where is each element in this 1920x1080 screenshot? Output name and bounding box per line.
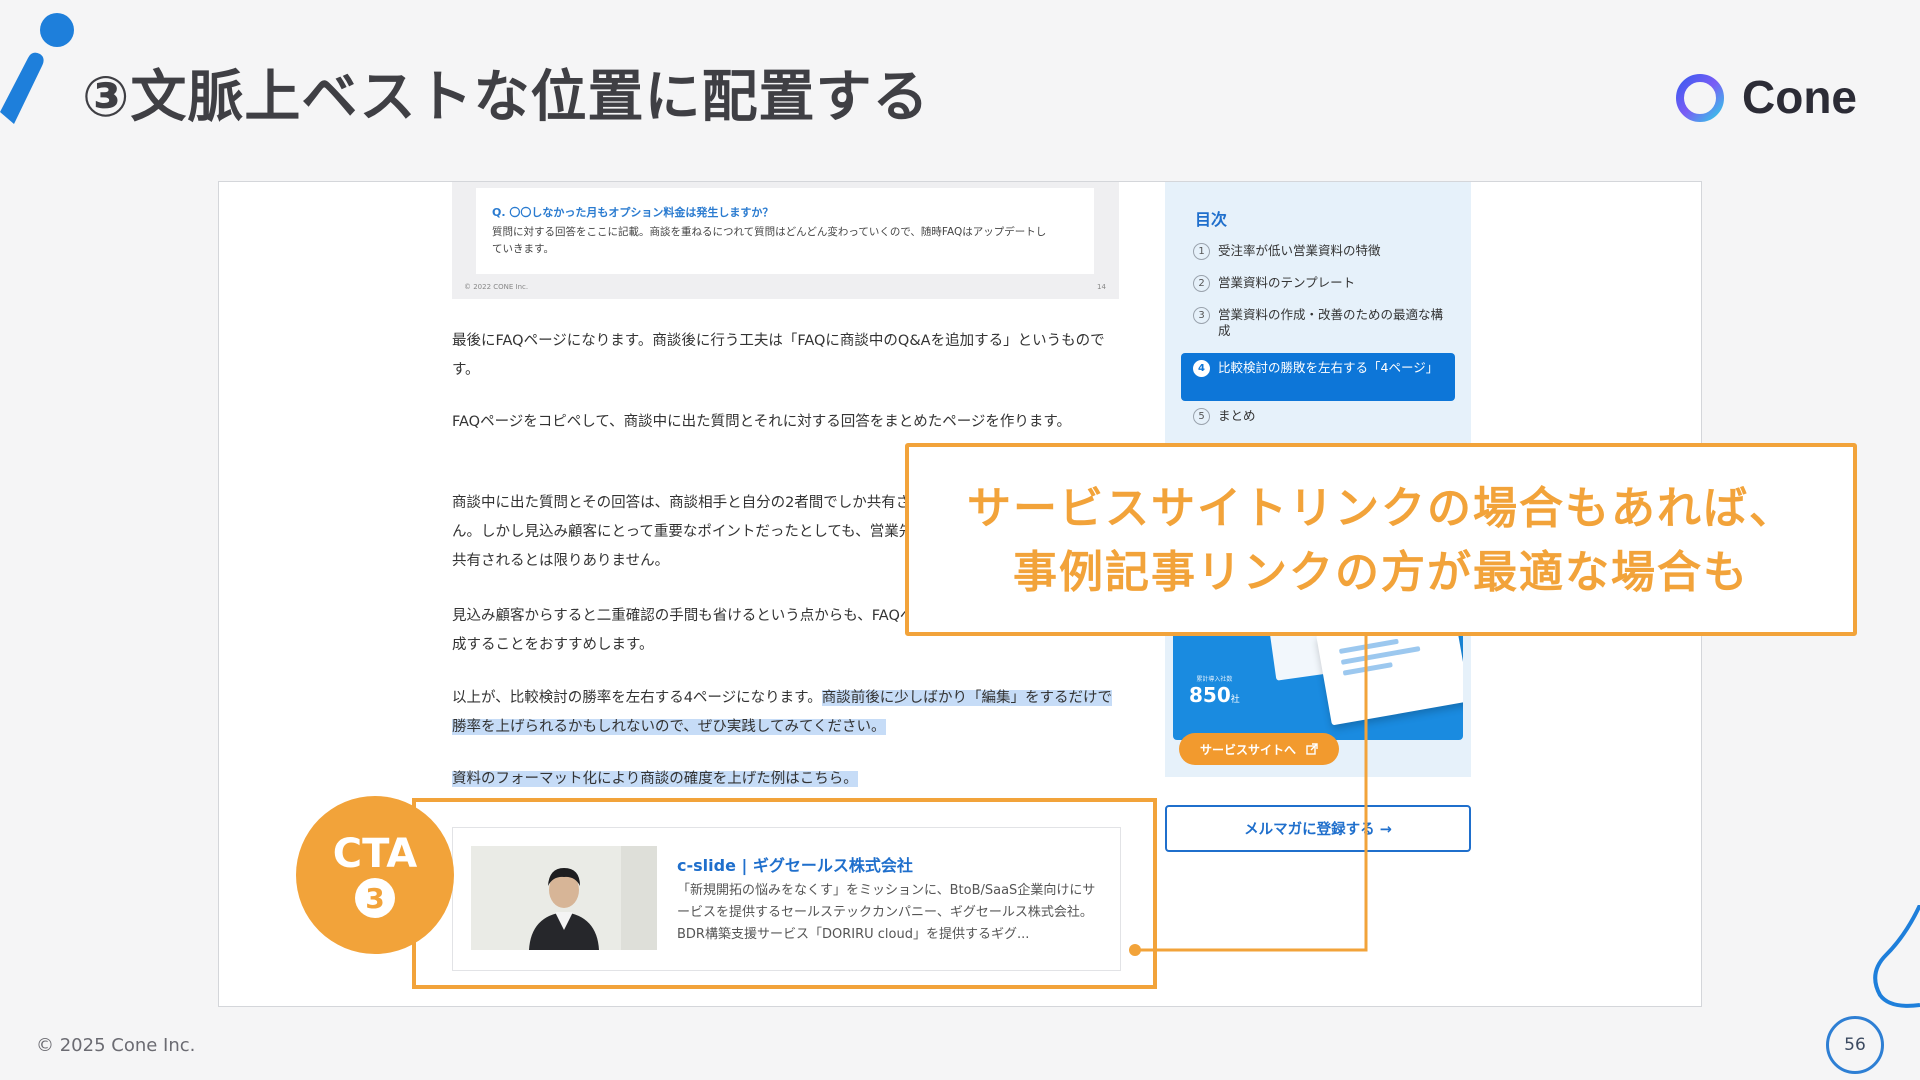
logo-text: Cone (1742, 71, 1857, 123)
callout-text: サービスサイトリンクの場合もあれば、 事例記事リンクの方が最適な場合も (909, 477, 1853, 605)
slide-title: ③文脈上ベストな位置に配置する (82, 65, 930, 130)
toc-item-label: 営業資料の作成・改善のための最適な構成 (1218, 307, 1444, 338)
footer-copyright: © 2025 Cone Inc. (36, 1035, 196, 1056)
faq-answer: 質問に対する回答をここに記載。商談を重ねるにつれて質問はどんどん変わっていくので… (492, 226, 1047, 255)
article-paragraph: FAQページをコピペして、商談中に出た質問とそれに対する回答をまとめたページを作… (452, 414, 1071, 430)
toc-item-label: まとめ (1218, 408, 1256, 423)
article-paragraph: 最後にFAQページになります。商談後に行う工夫は「FAQに商談中のQ&Aを追加す… (452, 333, 1105, 378)
toc-item-active[interactable]: 4 比較検討の勝敗を左右する「4ページ」 (1193, 360, 1443, 377)
faq-question: Q. 〇〇しなかった月もオプション料金は発生しますか？ (492, 206, 774, 219)
faq-page-number: 14 (1097, 283, 1106, 291)
paragraph-text: 以上が、比較検討の勝率を左右する4ページになります。 (452, 690, 822, 706)
faq-slide-preview: Q. 〇〇しなかった月もオプション料金は発生しますか？ 質問に対する回答をここに… (452, 182, 1119, 299)
page-number: 56 (1826, 1016, 1884, 1074)
corner-decoration-icon (1873, 905, 1920, 1008)
corner-decoration-icon (0, 13, 74, 124)
toc-item-label: 営業資料のテンプレート (1218, 275, 1356, 290)
callout-box: サービスサイトリンクの場合もあれば、 事例記事リンクの方が最適な場合も (905, 443, 1857, 636)
toc-item-label: 比較検討の勝敗を左右する「4ページ」 (1218, 360, 1439, 375)
toc-number: 1 (1193, 243, 1210, 260)
highlighted-text: 資料のフォーマット化により商談の確度を上げた例はこちら。 (452, 771, 858, 787)
faq-copyright: © 2022 CONE Inc. (464, 283, 529, 291)
toc-number: 3 (1193, 307, 1210, 324)
toc-item[interactable]: 3 営業資料の作成・改善のための最適な構成 (1193, 307, 1443, 339)
cta-highlight-box (412, 798, 1157, 989)
article-paragraph-cta-lead: 資料のフォーマット化により商談の確度を上げた例はこちら。 (452, 765, 1120, 794)
callout-line: 事例記事リンクの方が最適な場合も (1013, 547, 1749, 598)
toc-item[interactable]: 5 まとめ (1193, 408, 1463, 425)
cta-badge-label: CTA (332, 831, 418, 877)
article-paragraph: 見込み顧客からすると二重確認の手間も省けるという点からも、FAQページを作成する… (452, 608, 973, 653)
article-paragraph-conclusion: 以上が、比較検討の勝率を左右する4ページになります。商談前後に少しばかり「編集」… (452, 684, 1120, 742)
toc-number: 5 (1193, 408, 1210, 425)
cone-logo-icon (1676, 74, 1724, 122)
toc-item[interactable]: 1 受注率が低い営業資料の特徴 (1193, 243, 1463, 260)
annotation-connector-line (1129, 630, 1368, 956)
toc-item-label: 受注率が低い営業資料の特徴 (1218, 243, 1381, 258)
toc-item[interactable]: 2 営業資料のテンプレート (1193, 275, 1463, 292)
callout-line: サービスサイトリンクの場合もあれば、 (967, 483, 1795, 534)
toc-number: 2 (1193, 275, 1210, 292)
cta-badge: CTA 3 (296, 796, 454, 954)
article-paragraph: 商談中に出た質問とその回答は、商談相手と自分の2者間でしか共有されていません。し… (452, 495, 982, 569)
toc-title: 目次 (1195, 210, 1228, 229)
cta-badge-number: 3 (355, 878, 395, 918)
toc-number: 4 (1193, 360, 1210, 377)
